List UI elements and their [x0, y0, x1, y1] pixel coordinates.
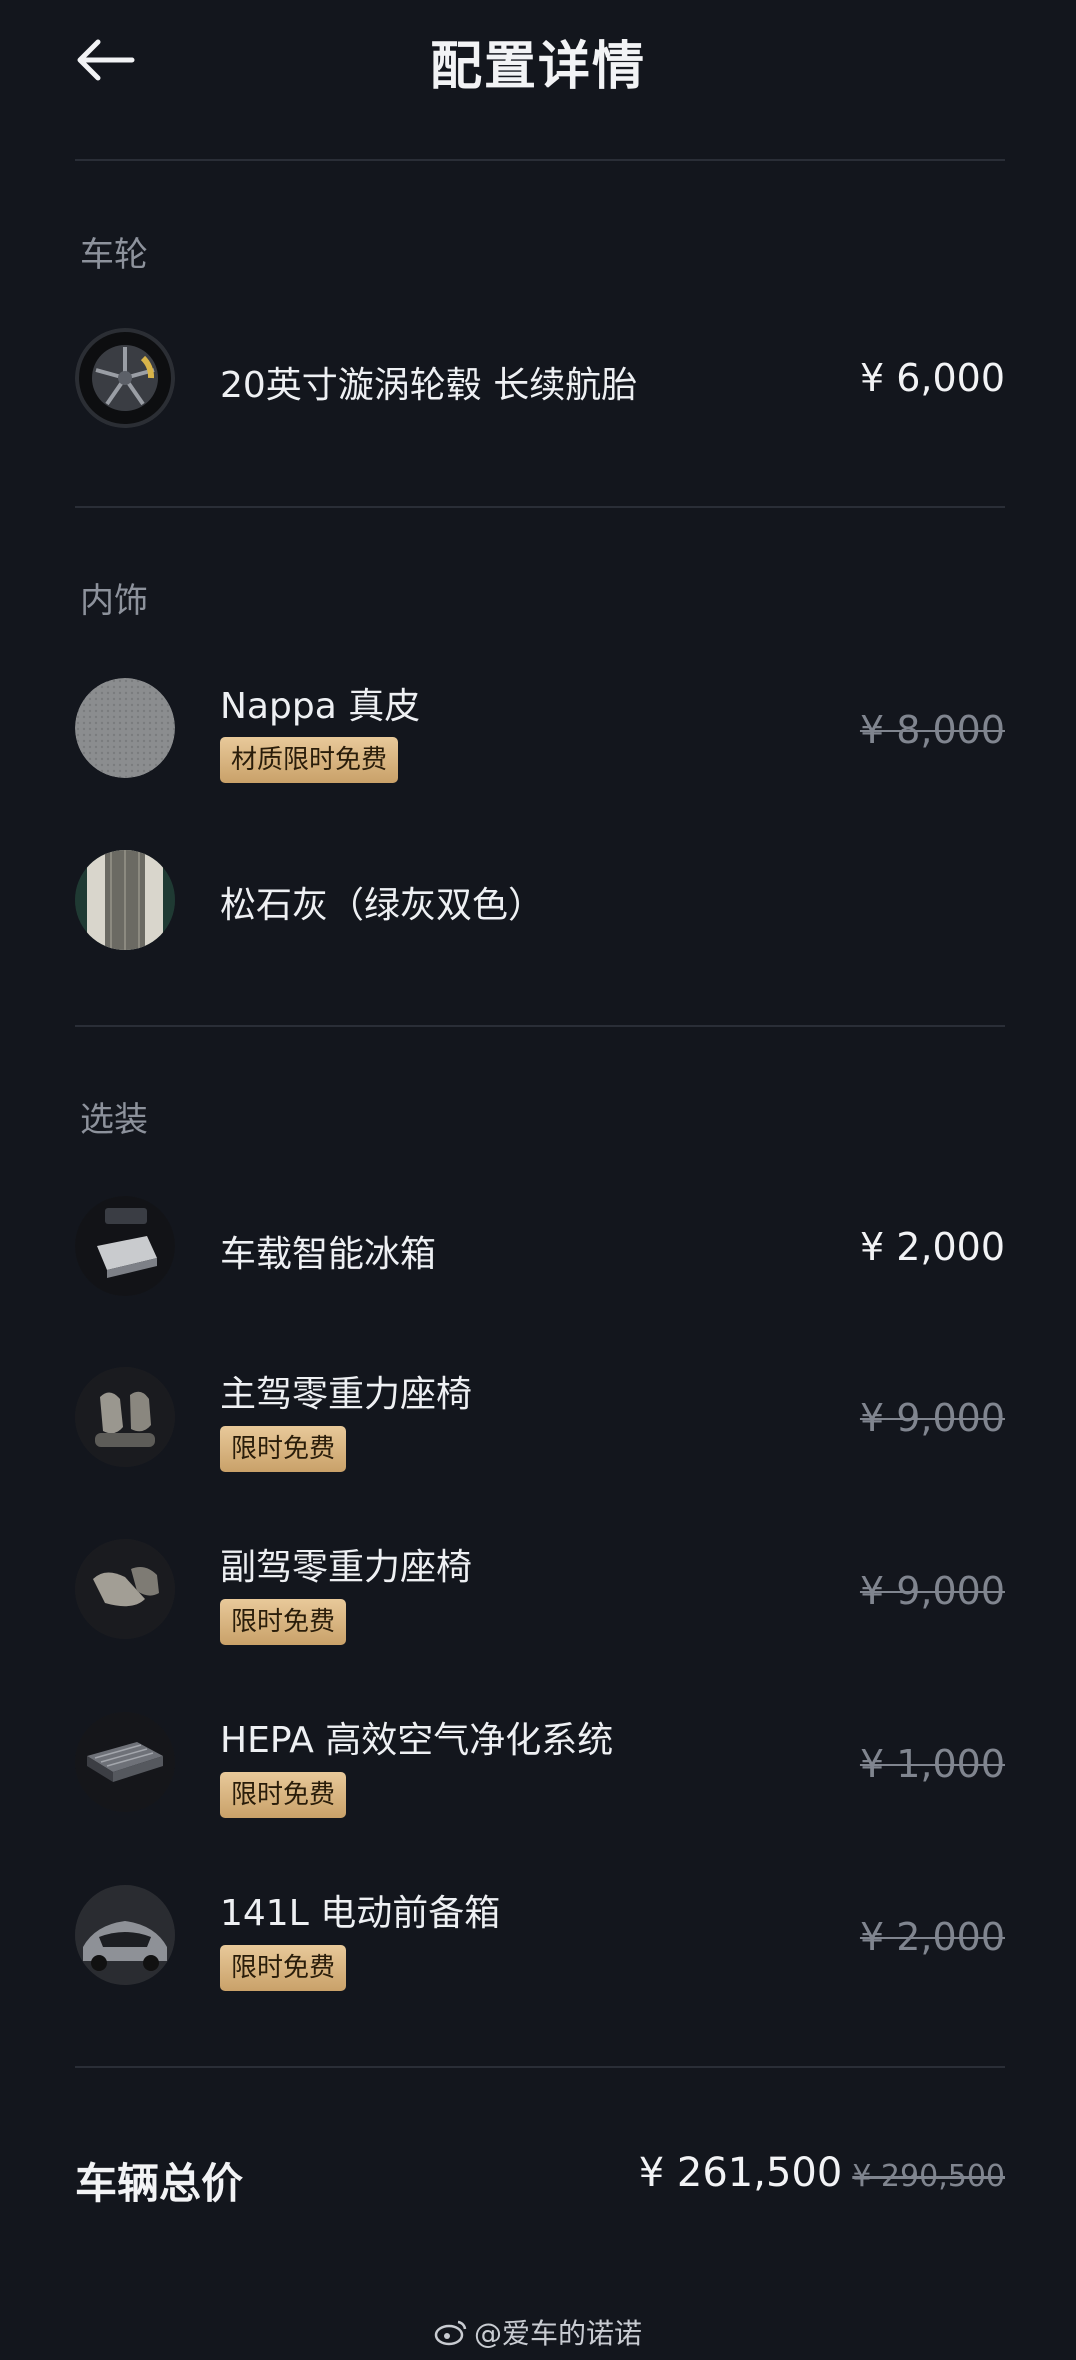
weibo-icon [434, 2318, 468, 2353]
driver-seat-thumbnail [75, 1367, 175, 1467]
item-price-leather: ¥ 8,000 [859, 708, 1005, 752]
fridge-thumbnail [75, 1196, 175, 1296]
free-badge: 限时免费 [220, 1599, 347, 1645]
total-price-group: ¥ 261,500 ¥ 290,500 [639, 2150, 1005, 2196]
wheel-thumbnail [75, 328, 175, 428]
watermark-text: @爱车的诺诺 [473, 2317, 642, 2350]
divider [75, 159, 1005, 161]
item-price-driver-seat: ¥ 9,000 [859, 1396, 1005, 1440]
section-label-wheels: 车轮 [80, 235, 148, 275]
item-name-front-trunk: 141L 电动前备箱 [220, 1893, 501, 1934]
item-name-color: 松石灰（绿灰双色） [220, 885, 545, 926]
item-price-front-trunk: ¥ 2,000 [859, 1915, 1005, 1959]
passenger-seat-thumbnail [75, 1539, 175, 1639]
item-price-wheel: ¥ 6,000 [859, 356, 1005, 400]
color-swatch-thumbnail [75, 850, 175, 950]
free-badge: 限时免费 [220, 1945, 347, 1991]
section-label-options: 选装 [80, 1100, 148, 1140]
total-original-price: ¥ 290,500 [852, 2159, 1005, 2194]
leather-thumbnail [75, 678, 175, 778]
divider [75, 2066, 1005, 2068]
item-name-wheel: 20英寸漩涡轮毂 长续航胎 [220, 365, 638, 406]
divider [75, 506, 1005, 508]
section-label-interior: 内饰 [80, 581, 148, 621]
item-price-passenger-seat: ¥ 9,000 [859, 1569, 1005, 1613]
top-bar: 配置详情 [0, 0, 1076, 124]
free-badge: 材质限时免费 [220, 737, 399, 783]
total-label: 车辆总价 [75, 2159, 244, 2208]
item-price-air-purifier: ¥ 1,000 [859, 1742, 1005, 1786]
item-name-air-purifier: HEPA 高效空气净化系统 [220, 1720, 614, 1761]
front-trunk-thumbnail [75, 1885, 175, 1985]
free-badge: 限时免费 [220, 1772, 347, 1818]
air-purifier-thumbnail [75, 1712, 175, 1812]
item-name-driver-seat: 主驾零重力座椅 [220, 1374, 473, 1415]
free-badge: 限时免费 [220, 1426, 347, 1472]
item-price-fridge: ¥ 2,000 [859, 1225, 1005, 1269]
page-title: 配置详情 [429, 37, 646, 97]
item-name-fridge: 车载智能冰箱 [220, 1234, 437, 1275]
item-name-passenger-seat: 副驾零重力座椅 [220, 1547, 473, 1588]
divider [75, 1025, 1005, 1027]
item-name-leather: Nappa 真皮 [220, 686, 421, 727]
watermark: @爱车的诺诺 [0, 2312, 1076, 2353]
total-price: ¥ 261,500 [638, 2150, 843, 2196]
